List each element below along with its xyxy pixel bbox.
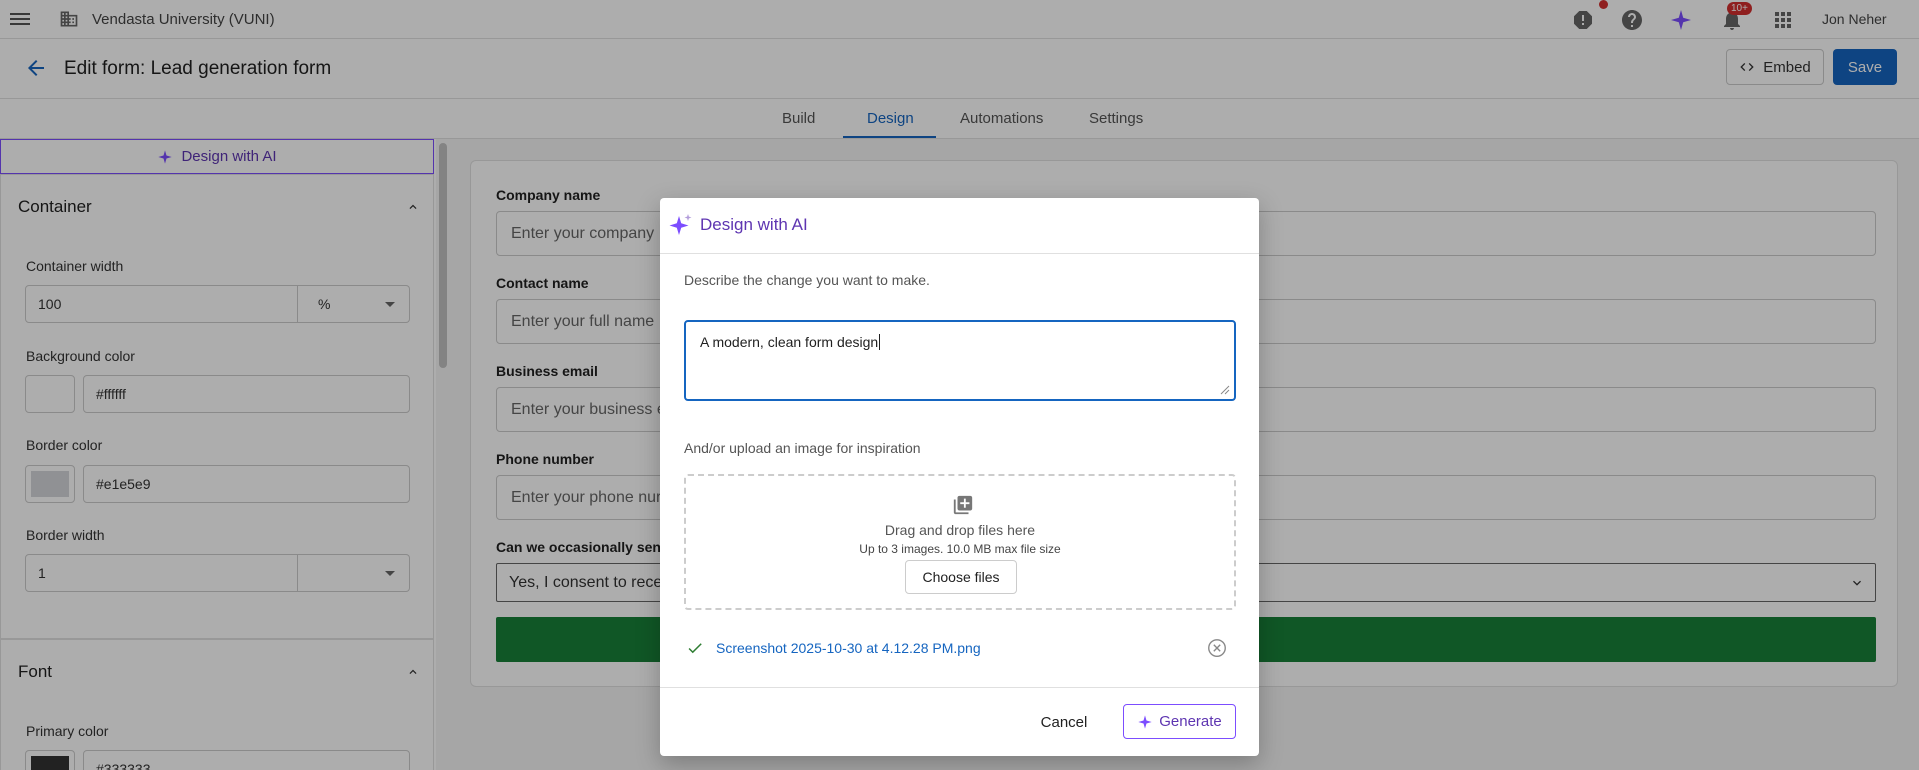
file-dropzone[interactable]: Drag and drop files here Up to 3 images.…	[684, 474, 1236, 610]
text-cursor	[879, 334, 881, 350]
generate-button[interactable]: Generate	[1123, 704, 1236, 739]
textarea-value: A modern, clean form design	[700, 334, 879, 350]
choose-files-button[interactable]: Choose files	[905, 560, 1017, 594]
dropzone-limits: Up to 3 images. 10.0 MB max file size	[859, 542, 1061, 556]
ai-sparkle-icon	[1138, 714, 1152, 729]
dialog-footer: Cancel Generate	[660, 687, 1259, 756]
check-icon	[688, 643, 702, 654]
prompt-label: Describe the change you want to make.	[684, 272, 930, 288]
dropzone-instruction: Drag and drop files here	[884, 522, 1036, 538]
dialog-title: Design with AI	[700, 215, 808, 234]
description-textarea[interactable]: A modern, clean form design	[684, 320, 1236, 401]
resize-handle-icon[interactable]	[1220, 385, 1230, 395]
uploaded-file-name[interactable]: Screenshot 2025-10-30 at 4.12.28 PM.png	[716, 640, 981, 656]
generate-label: Generate	[1159, 713, 1222, 730]
design-with-ai-dialog: Design with AI Describe the change you w…	[660, 198, 1259, 756]
dialog-header: Design with AI	[660, 198, 1259, 254]
remove-file-icon[interactable]	[1206, 637, 1228, 659]
ai-sparkle-icon	[669, 214, 692, 235]
add-photo-icon	[953, 495, 973, 515]
cancel-button[interactable]: Cancel	[1034, 705, 1094, 739]
upload-label: And/or upload an image for inspiration	[684, 440, 921, 456]
